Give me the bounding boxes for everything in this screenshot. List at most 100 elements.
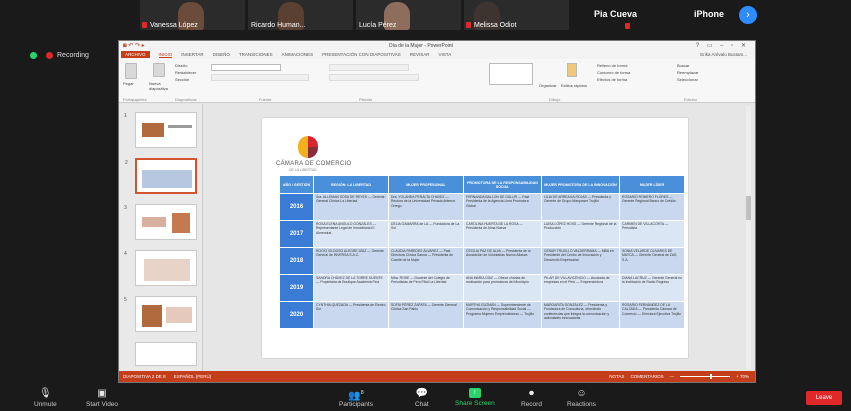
- table-cell: DELIA GAMARRA de LA — Fundadora de La So…: [388, 220, 464, 248]
- year-cell: 2016: [279, 193, 314, 221]
- new-slide-icon[interactable]: [153, 63, 165, 77]
- chat-label: Chat: [415, 401, 429, 408]
- participant-tile[interactable]: Pia Cueva: [572, 0, 677, 30]
- slide-thumbnail[interactable]: [135, 342, 197, 366]
- share-screen-button[interactable]: ↑ Share Screen: [455, 388, 495, 407]
- new-slide-label: Nueva diapositiva: [149, 81, 168, 91]
- table-cell: SOFÍA PÉREZ ZAPATA — Gerente General Clí…: [388, 301, 464, 329]
- tab-file[interactable]: ARCHIVO: [121, 51, 150, 58]
- recording-label: Recording: [57, 52, 89, 59]
- scrollbar-thumb[interactable]: [746, 196, 751, 220]
- tab-transitions[interactable]: TRANSICIONES: [239, 52, 273, 57]
- year-cell: 2020: [279, 301, 314, 329]
- column-header: MUJER PROMOTORA DE LA INNOVACIÓN: [541, 175, 620, 194]
- table-cell: ROSARIO ROMERO FLORES — Gerente Regional…: [619, 193, 685, 221]
- chat-button[interactable]: 💬 Chat: [415, 388, 429, 408]
- find-button[interactable]: Buscar: [677, 63, 689, 68]
- table-cell: CÉSAR TRUJILLO VALDERRAMA — MBA en Presi…: [541, 247, 620, 275]
- leave-button[interactable]: Leave: [806, 391, 842, 405]
- select-button[interactable]: Seleccionar: [677, 77, 698, 82]
- participant-tile[interactable]: Melissa Odiot: [464, 0, 569, 30]
- font-select[interactable]: [211, 64, 281, 71]
- tab-review[interactable]: REVISAR: [410, 52, 430, 57]
- current-slide[interactable]: CÁMARA DE COMERCIO DE LA LIBERTAD AÑO / …: [262, 118, 688, 358]
- shape-outline-button[interactable]: Contorno de forma: [597, 70, 630, 75]
- zoom-slider[interactable]: [680, 374, 731, 379]
- table-row: 2019 SANDRA CHÁVEZ DE LA TORRE DUENTE — …: [279, 274, 685, 302]
- tab-home[interactable]: INICIO: [158, 52, 173, 58]
- reset-button[interactable]: Restablecer: [175, 70, 196, 75]
- participants-button[interactable]: 👥8 Participants: [339, 388, 373, 408]
- ppt-window-title: Día de la Mujer - PowerPoint: [389, 43, 453, 49]
- participant-name: Melissa Odiot: [474, 22, 517, 29]
- smiley-icon: ☺: [576, 388, 587, 399]
- language-indicator[interactable]: ESPAÑOL (PERÚ): [174, 374, 212, 379]
- section-button[interactable]: Sección: [175, 77, 189, 82]
- vertical-scrollbar[interactable]: [746, 106, 751, 369]
- column-header: MUJER LÍDER: [619, 175, 685, 194]
- slide-thumbnail[interactable]: 1: [124, 112, 197, 148]
- participant-tile[interactable]: Ricardo Human...: [248, 0, 353, 30]
- participant-name: iPhone: [694, 9, 725, 19]
- zoom-out-button[interactable]: —: [670, 374, 675, 379]
- muted-mic-icon: [625, 23, 630, 29]
- reactions-button[interactable]: ☺ Reactions: [567, 388, 596, 408]
- column-header: PROMOTORA DE LA RESPONSABILIDAD SOCIAL: [463, 175, 542, 194]
- slide-thumbnail[interactable]: 4: [124, 250, 197, 286]
- meeting-controls-bar: 🎙 Unmute ▣ Start Video 👥8 Participants 💬…: [0, 384, 851, 411]
- participant-tile[interactable]: Lucía Pérez: [356, 0, 461, 30]
- signed-in-user[interactable]: Erika Arévalo Bustam...: [700, 52, 747, 57]
- align-row[interactable]: [329, 74, 419, 81]
- gallery-next-button[interactable]: ›: [739, 6, 757, 24]
- shape-fill-button[interactable]: Relleno de forma: [597, 63, 627, 68]
- participant-tile[interactable]: Vanessa López: [140, 0, 245, 30]
- arrange-button[interactable]: Organizar: [539, 83, 557, 88]
- notes-button[interactable]: NOTAS: [609, 374, 624, 379]
- paste-icon[interactable]: [125, 63, 137, 79]
- quick-access-toolbar[interactable]: ◙ ↶ ↷ ▸: [123, 42, 145, 49]
- layout-button[interactable]: Diseño: [175, 63, 187, 68]
- share-screen-label: Share Screen: [455, 400, 495, 407]
- recording-indicator[interactable]: Recording: [30, 52, 89, 59]
- slide-number: 5: [124, 297, 127, 303]
- shapes-gallery[interactable]: [489, 63, 533, 85]
- font-format-row[interactable]: [211, 74, 309, 81]
- window-controls[interactable]: ? ▭ – ▫ ✕: [696, 42, 749, 49]
- year-cell: 2019: [279, 274, 314, 302]
- record-button[interactable]: ⏺ Record: [521, 388, 542, 408]
- tab-animations[interactable]: ANIMACIONES: [282, 52, 314, 57]
- record-icon: ⏺: [528, 388, 534, 399]
- paragraph-row[interactable]: [329, 64, 409, 71]
- tab-insert[interactable]: INSERTAR: [181, 52, 203, 57]
- replace-button[interactable]: Reemplazar: [677, 70, 699, 75]
- ppt-titlebar: ◙ ↶ ↷ ▸ Día de la Mujer - PowerPoint ? ▭…: [119, 41, 755, 50]
- reactions-label: Reactions: [567, 401, 596, 408]
- tab-view[interactable]: VISTA: [439, 52, 452, 57]
- quick-styles-icon[interactable]: [567, 63, 577, 77]
- brand-name: CÁMARA DE COMERCIO: [276, 161, 352, 167]
- chat-icon: 💬: [415, 388, 429, 399]
- table-cell: ROSARIO FERNÁNDEZ DE LA CALZADA — Presid…: [619, 301, 685, 329]
- slide-thumbnail[interactable]: 5: [124, 296, 197, 332]
- comments-button[interactable]: COMENTARIOS: [630, 374, 663, 379]
- slide-thumbnail-selected[interactable]: 2: [125, 158, 197, 194]
- record-dot-icon: [46, 52, 53, 59]
- zoom-level[interactable]: + 70%: [736, 374, 749, 379]
- table-cell: CAROLINA HUERTA DE LA ROSA — Presidenta …: [463, 220, 542, 248]
- table-row: 2016 Sra. ALLEMAN SOSA DE REYES — Gerent…: [279, 193, 685, 221]
- table-cell: Sra. ALLEMAN SOSA DE REYES — Gerente Gen…: [313, 193, 389, 221]
- slide-thumbnail[interactable]: 3: [124, 204, 197, 240]
- tab-design[interactable]: DISEÑO: [213, 52, 230, 57]
- participant-name: Lucía Pérez: [359, 22, 397, 29]
- slide-editing-area: CÁMARA DE COMERCIO DE LA LIBERTAD AÑO / …: [205, 106, 745, 369]
- muted-microphone-icon: 🎙: [39, 388, 52, 399]
- shape-effects-button[interactable]: Efectos de forma: [597, 77, 627, 82]
- unmute-button[interactable]: 🎙 Unmute: [34, 388, 57, 408]
- table-cell: FERNANDA BALLON DE GALUR — Past Presiden…: [463, 193, 542, 221]
- table-cell: PILAR DE VILLAVICENCIO — Asociada de emp…: [541, 274, 620, 302]
- column-header: MUJER PROFESIONAL: [388, 175, 464, 194]
- start-video-button[interactable]: ▣ Start Video: [86, 388, 118, 408]
- tab-slideshow[interactable]: PRESENTACIÓN CON DIAPOSITIVAS: [322, 52, 401, 57]
- participant-tile[interactable]: iPhone: [680, 0, 740, 30]
- ribbon-group-label: Diapositivas: [175, 97, 197, 102]
